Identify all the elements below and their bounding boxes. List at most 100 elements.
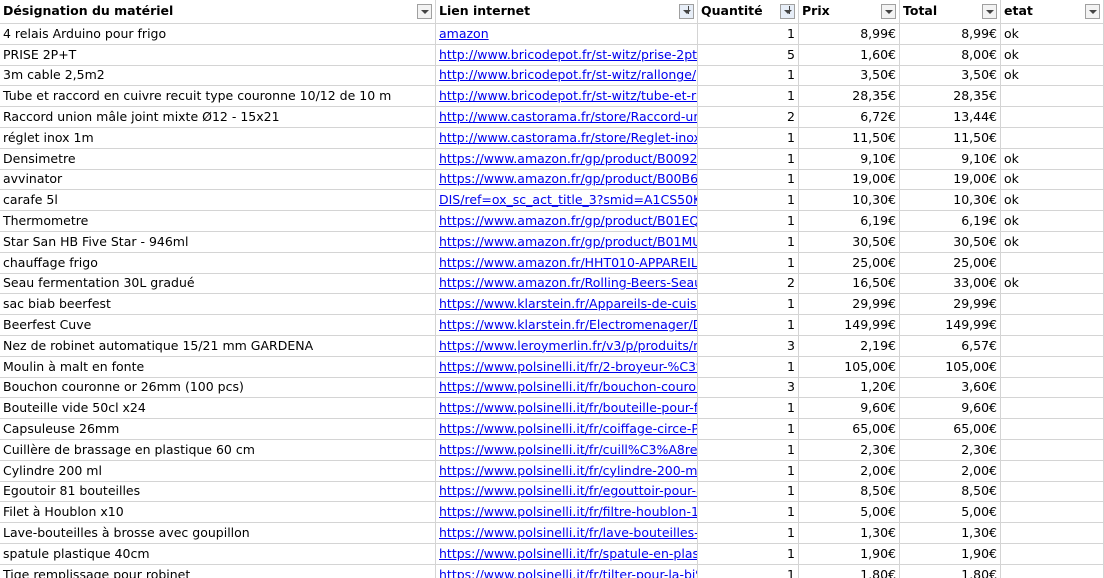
cell-designation[interactable]: Filet à Houblon x10 <box>0 502 436 523</box>
header-lien-internet[interactable]: Lien internet <box>436 0 698 24</box>
hyperlink[interactable]: https://www.amazon.fr/gp/product/B01EQVI… <box>439 214 697 228</box>
cell-designation[interactable]: carafe 5l <box>0 190 436 211</box>
cell-etat[interactable]: ok <box>1001 45 1104 66</box>
cell-quantite[interactable]: 1 <box>698 461 799 482</box>
cell-total[interactable]: 1,90€ <box>900 544 1001 565</box>
cell-etat[interactable] <box>1001 565 1104 578</box>
hyperlink[interactable]: https://www.polsinelli.it/fr/bouchon-cou… <box>439 381 697 394</box>
cell-prix[interactable]: 149,99€ <box>799 315 900 336</box>
cell-total[interactable]: 9,10€ <box>900 149 1001 170</box>
cell-prix[interactable]: 2,19€ <box>799 336 900 357</box>
cell-link[interactable]: https://www.polsinelli.it/fr/egouttoir-p… <box>436 482 698 502</box>
cell-link[interactable]: https://www.polsinelli.it/fr/coiffage-ci… <box>436 419 698 440</box>
cell-prix[interactable]: 6,19€ <box>799 211 900 232</box>
cell-designation[interactable]: Cylindre 200 ml <box>0 461 436 482</box>
hyperlink[interactable]: https://www.amazon.fr/Rolling-Beers-Seau… <box>439 277 697 290</box>
cell-designation[interactable]: Seau fermentation 30L gradué <box>0 274 436 294</box>
cell-total[interactable]: 10,30€ <box>900 190 1001 211</box>
cell-quantite[interactable]: 1 <box>698 294 799 315</box>
cell-total[interactable]: 1,80€ <box>900 565 1001 578</box>
hyperlink[interactable]: http://www.bricodepot.fr/st-witz/tube-et… <box>439 89 697 103</box>
cell-etat[interactable] <box>1001 357 1104 378</box>
cell-designation[interactable]: avvinator <box>0 170 436 190</box>
cell-designation[interactable]: Lave-bouteilles à brosse avec goupillon <box>0 523 436 544</box>
cell-link[interactable]: https://www.polsinelli.it/fr/cylindre-20… <box>436 461 698 482</box>
cell-total[interactable]: 1,30€ <box>900 523 1001 544</box>
cell-link[interactable]: DIS/ref=ox_sc_act_title_3?smid=A1CS50K <box>436 190 698 211</box>
cell-etat[interactable]: ok <box>1001 190 1104 211</box>
cell-prix[interactable]: 3,50€ <box>799 66 900 86</box>
hyperlink[interactable]: DIS/ref=ox_sc_act_title_3?smid=A1CS50K <box>439 193 697 207</box>
cell-total[interactable]: 25,00€ <box>900 253 1001 274</box>
hyperlink[interactable]: https://www.polsinelli.it/fr/tilter-pour… <box>439 568 697 578</box>
cell-designation[interactable]: Capsuleuse 26mm <box>0 419 436 440</box>
cell-total[interactable]: 13,44€ <box>900 107 1001 128</box>
cell-link[interactable]: https://www.amazon.fr/gp/product/B01EQVI… <box>436 211 698 232</box>
cell-quantite[interactable]: 3 <box>698 336 799 357</box>
cell-etat[interactable] <box>1001 461 1104 482</box>
cell-total[interactable]: 65,00€ <box>900 419 1001 440</box>
cell-link[interactable]: https://www.klarstein.fr/Electromenager/… <box>436 315 698 336</box>
cell-link[interactable]: https://www.polsinelli.it/fr/lave-boutei… <box>436 523 698 544</box>
cell-etat[interactable] <box>1001 440 1104 461</box>
cell-designation[interactable]: Tube et raccord en cuivre recuit type co… <box>0 86 436 107</box>
cell-total[interactable]: 3,60€ <box>900 378 1001 398</box>
cell-link[interactable]: https://www.polsinelli.it/fr/2-broyeur-%… <box>436 357 698 378</box>
cell-prix[interactable]: 6,72€ <box>799 107 900 128</box>
cell-quantite[interactable]: 1 <box>698 544 799 565</box>
cell-designation[interactable]: réglet inox 1m <box>0 128 436 149</box>
cell-total[interactable]: 19,00€ <box>900 170 1001 190</box>
cell-designation[interactable]: Cuillère de brassage en plastique 60 cm <box>0 440 436 461</box>
hyperlink[interactable]: https://www.polsinelli.it/fr/egouttoir-p… <box>439 485 697 498</box>
cell-etat[interactable] <box>1001 544 1104 565</box>
cell-designation[interactable]: Bouteille vide 50cl x24 <box>0 398 436 419</box>
cell-etat[interactable] <box>1001 253 1104 274</box>
cell-prix[interactable]: 30,50€ <box>799 232 900 253</box>
cell-etat[interactable] <box>1001 378 1104 398</box>
filter-dropdown-icon[interactable] <box>417 4 432 19</box>
cell-etat[interactable] <box>1001 294 1104 315</box>
cell-link[interactable]: https://www.polsinelli.it/fr/bouchon-cou… <box>436 378 698 398</box>
cell-prix[interactable]: 10,30€ <box>799 190 900 211</box>
cell-link[interactable]: https://www.klarstein.fr/Appareils-de-cu… <box>436 294 698 315</box>
cell-link[interactable]: amazon <box>436 24 698 45</box>
hyperlink[interactable]: https://www.polsinelli.it/fr/filtre-houb… <box>439 505 697 519</box>
cell-designation[interactable]: Egoutoir 81 bouteilles <box>0 482 436 502</box>
cell-total[interactable]: 149,99€ <box>900 315 1001 336</box>
hyperlink[interactable]: https://www.amazon.fr/HHT010-APPAREIL-C <box>439 256 697 270</box>
hyperlink[interactable]: https://www.polsinelli.it/fr/cylindre-20… <box>439 464 697 478</box>
cell-etat[interactable] <box>1001 86 1104 107</box>
cell-total[interactable]: 8,99€ <box>900 24 1001 45</box>
cell-etat[interactable]: ok <box>1001 24 1104 45</box>
cell-designation[interactable]: PRISE 2P+T <box>0 45 436 66</box>
cell-quantite[interactable]: 1 <box>698 502 799 523</box>
cell-link[interactable]: http://www.bricodepot.fr/st-witz/rallong… <box>436 66 698 86</box>
hyperlink[interactable]: https://www.polsinelli.it/fr/2-broyeur-%… <box>439 360 697 374</box>
cell-link[interactable]: https://www.polsinelli.it/fr/cuill%C3%A8… <box>436 440 698 461</box>
cell-prix[interactable]: 19,00€ <box>799 170 900 190</box>
cell-designation[interactable]: Beerfest Cuve <box>0 315 436 336</box>
cell-link[interactable]: https://www.amazon.fr/Rolling-Beers-Seau… <box>436 274 698 294</box>
cell-etat[interactable]: ok <box>1001 211 1104 232</box>
cell-total[interactable]: 3,50€ <box>900 66 1001 86</box>
cell-prix[interactable]: 1,30€ <box>799 523 900 544</box>
cell-quantite[interactable]: 1 <box>698 149 799 170</box>
sort-filter-icon[interactable] <box>679 4 694 19</box>
cell-prix[interactable]: 2,30€ <box>799 440 900 461</box>
cell-etat[interactable]: ok <box>1001 274 1104 294</box>
cell-etat[interactable] <box>1001 419 1104 440</box>
cell-total[interactable]: 2,30€ <box>900 440 1001 461</box>
hyperlink[interactable]: https://www.leroymerlin.fr/v3/p/produits… <box>439 339 697 353</box>
cell-quantite[interactable]: 2 <box>698 274 799 294</box>
header-quantite[interactable]: Quantité <box>698 0 799 24</box>
cell-quantite[interactable]: 5 <box>698 45 799 66</box>
cell-designation[interactable]: Nez de robinet automatique 15/21 mm GARD… <box>0 336 436 357</box>
cell-designation[interactable]: sac biab beerfest <box>0 294 436 315</box>
cell-total[interactable]: 6,57€ <box>900 336 1001 357</box>
cell-total[interactable]: 6,19€ <box>900 211 1001 232</box>
hyperlink[interactable]: http://www.castorama.fr/store/Reglet-ino… <box>439 131 697 145</box>
cell-link[interactable]: https://www.polsinelli.it/fr/bouteille-p… <box>436 398 698 419</box>
cell-quantite[interactable]: 1 <box>698 190 799 211</box>
cell-prix[interactable]: 8,50€ <box>799 482 900 502</box>
cell-etat[interactable] <box>1001 128 1104 149</box>
